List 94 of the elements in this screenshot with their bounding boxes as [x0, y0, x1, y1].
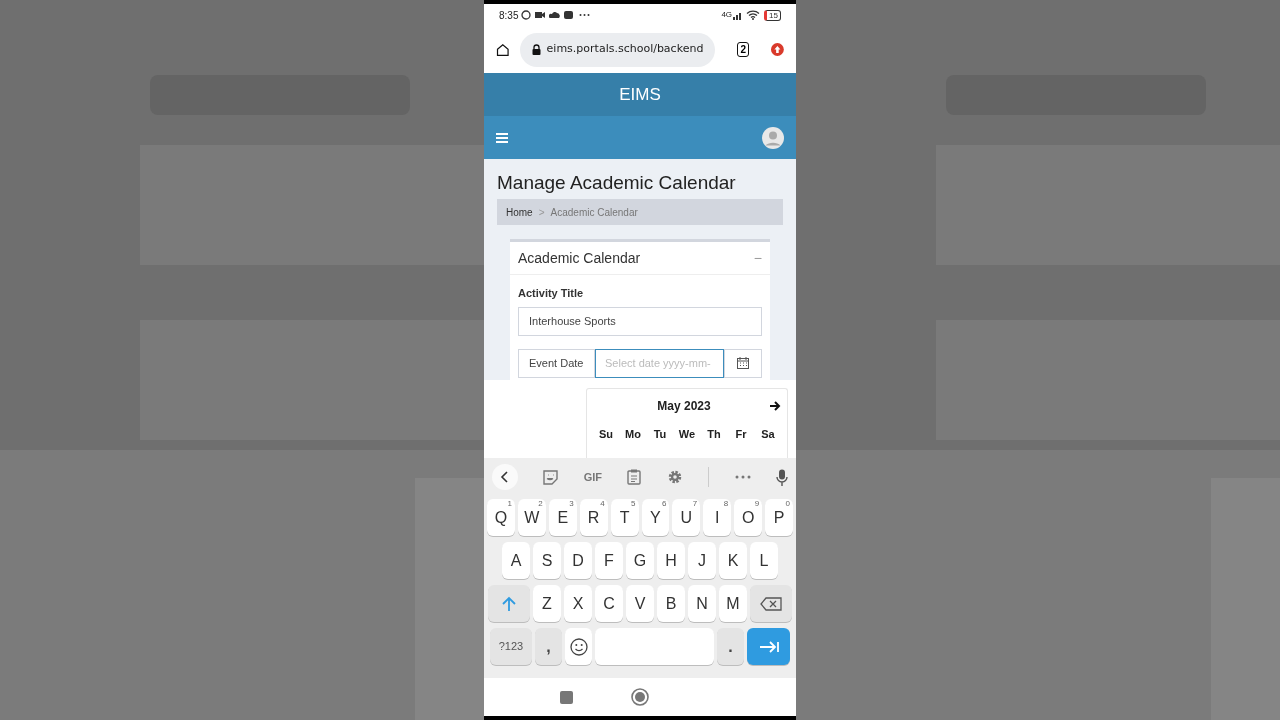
- key-hint: 8: [723, 499, 729, 509]
- activity-title-field[interactable]: Interhouse Sports: [518, 306, 762, 336]
- breadcrumb-current: Academic Calendar: [550, 205, 638, 220]
- key-hint: 1: [507, 499, 512, 509]
- key-hint: 2: [538, 499, 543, 509]
- emoji-key[interactable]: [565, 628, 592, 665]
- play-box-icon: [564, 10, 574, 20]
- more-notifications-icon: [579, 13, 591, 17]
- field-label: Activity Title: [518, 286, 585, 301]
- tab-count-button[interactable]: 2: [737, 42, 750, 57]
- weekday-label: Sa: [760, 427, 776, 442]
- tab-arrow-icon: [758, 640, 779, 653]
- letter-key[interactable]: P 0: [765, 499, 794, 536]
- letter-key[interactable]: R 4: [579, 499, 608, 536]
- weekday-label: Fr: [734, 427, 748, 442]
- next-arrow-icon[interactable]: [769, 400, 781, 412]
- sticker-icon[interactable]: [543, 469, 559, 485]
- avatar-icon[interactable]: [762, 126, 784, 149]
- back-icon[interactable]: [492, 464, 518, 490]
- url-text: eims.portals.school/backend: [546, 41, 704, 58]
- key-hint: 3: [569, 499, 574, 509]
- enter-key[interactable]: [747, 628, 790, 665]
- calendar-button[interactable]: [724, 348, 762, 378]
- key-hint: 9: [754, 499, 760, 509]
- shift-key[interactable]: [488, 585, 530, 622]
- breadcrumb-link[interactable]: Home: [506, 204, 533, 220]
- shift-arrow-icon: [502, 595, 516, 612]
- microphone-icon[interactable]: [775, 468, 788, 486]
- letter-key[interactable]: A: [502, 542, 530, 579]
- key-hint: 4: [600, 499, 605, 509]
- upload-icon[interactable]: [771, 41, 784, 58]
- letter-key[interactable]: N: [688, 585, 716, 622]
- status-time: 8:35: [499, 8, 519, 23]
- letter-key[interactable]: L: [750, 542, 778, 579]
- calendar-icon: [737, 357, 749, 369]
- punctuation-key[interactable]: ,: [535, 628, 562, 665]
- app-title: EIMS: [619, 83, 661, 106]
- settings-icon[interactable]: [666, 469, 683, 485]
- address-bar[interactable]: eims.portals.school/backend: [519, 32, 716, 67]
- punctuation-key[interactable]: .: [717, 628, 744, 665]
- clipboard-icon[interactable]: [627, 469, 642, 485]
- letter-key[interactable]: U 7: [672, 499, 701, 536]
- letter-key[interactable]: E 3: [548, 499, 577, 536]
- letter-key[interactable]: X: [564, 585, 592, 622]
- cloud-icon: [549, 10, 561, 20]
- battery-indicator: 15: [764, 9, 781, 21]
- backspace-key[interactable]: [750, 585, 792, 622]
- breadcrumb-separator: >: [538, 205, 545, 220]
- backspace-icon: [760, 596, 782, 611]
- letter-key[interactable]: V: [626, 585, 654, 622]
- signal-icon: [733, 10, 744, 20]
- letter-key[interactable]: K: [719, 542, 747, 579]
- card-title: Academic Calendar: [518, 248, 641, 268]
- video-camera-icon: [535, 10, 546, 20]
- home-button-icon[interactable]: [631, 688, 649, 706]
- page-title: Manage Academic Calendar: [497, 171, 737, 195]
- alarm-icon: [521, 10, 532, 20]
- menu-icon[interactable]: [496, 132, 508, 143]
- weekday-label: Su: [597, 427, 615, 442]
- wifi-icon: [746, 10, 761, 20]
- event-date-field[interactable]: Select date yyyy-mm-: [595, 348, 724, 378]
- letter-key[interactable]: T 5: [610, 499, 639, 536]
- weekday-label: Tu: [652, 427, 668, 442]
- event-date-label: Event Date: [518, 348, 595, 378]
- letter-key[interactable]: B: [657, 585, 685, 622]
- letter-key[interactable]: I 8: [703, 499, 732, 536]
- key-hint: 6: [661, 499, 667, 509]
- letter-key[interactable]: Y 6: [641, 499, 670, 536]
- letter-key[interactable]: Q 1: [486, 499, 515, 536]
- weekday-label: Mo: [624, 427, 642, 442]
- letter-key[interactable]: H: [657, 542, 685, 579]
- letter-key[interactable]: M: [719, 585, 747, 622]
- recent-apps-icon[interactable]: [560, 690, 573, 704]
- letter-key[interactable]: F: [595, 542, 623, 579]
- gif-button[interactable]: GIF: [583, 468, 603, 486]
- lock-icon: [531, 44, 541, 55]
- letter-key[interactable]: C: [595, 585, 623, 622]
- weekday-label: We: [677, 427, 697, 442]
- key-hint: 0: [785, 499, 791, 509]
- letter-key[interactable]: Z: [533, 585, 561, 622]
- key-hint: 5: [631, 499, 636, 509]
- letter-key[interactable]: J: [688, 542, 716, 579]
- network-type: 4G: [721, 9, 733, 21]
- key-hint: 7: [692, 499, 698, 509]
- letter-key[interactable]: S: [533, 542, 561, 579]
- letter-key[interactable]: W 2: [517, 499, 546, 536]
- letter-key[interactable]: D: [564, 542, 592, 579]
- letter-key[interactable]: G: [626, 542, 654, 579]
- symbols-key[interactable]: ?123: [490, 628, 532, 665]
- letter-key[interactable]: O 9: [734, 499, 763, 536]
- weekday-label: Th: [706, 427, 722, 442]
- month-title: May 2023: [657, 398, 711, 415]
- smiley-icon: [569, 637, 588, 656]
- more-icon[interactable]: [734, 475, 751, 479]
